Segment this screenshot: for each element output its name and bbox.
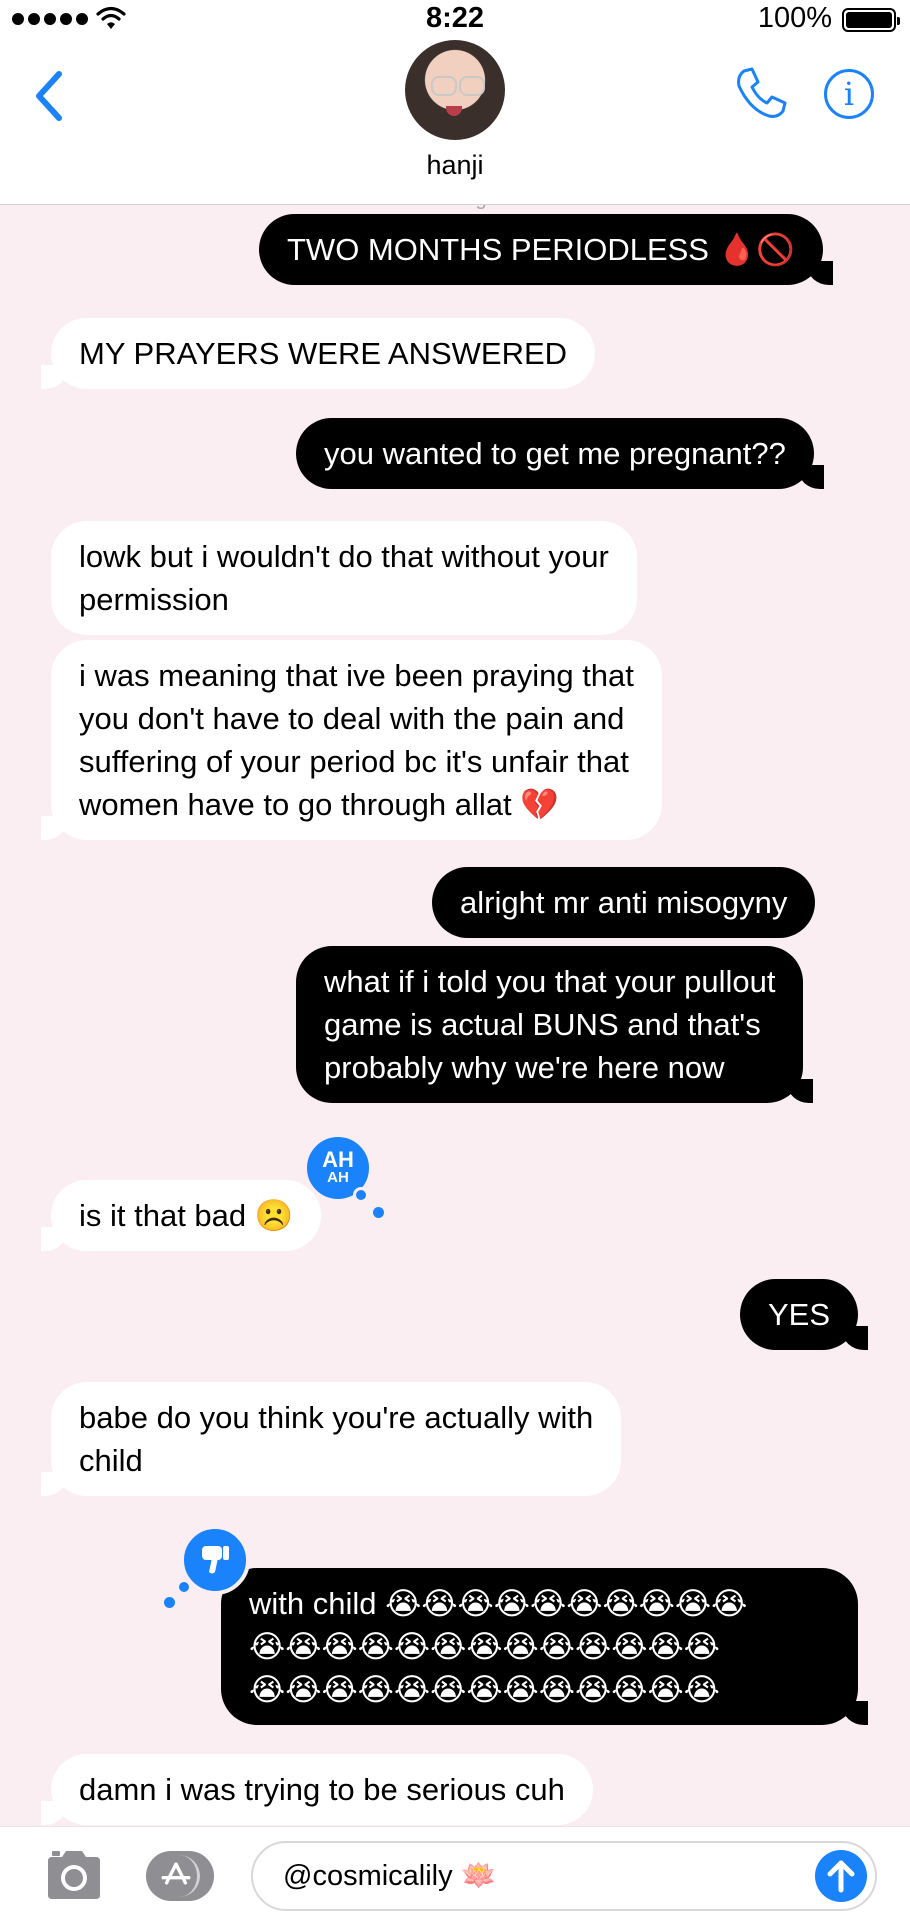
back-button[interactable] (28, 64, 68, 128)
battery-percent: 100% (757, 2, 832, 34)
message-input[interactable] (251, 1841, 877, 1911)
app-store-glyph-icon (161, 1862, 191, 1885)
message-bubble-incoming[interactable]: babe do you think you're actually with c… (40, 1382, 622, 1496)
message-bubble-outgoing[interactable]: TWO MONTHS PERIODLESS 🩸🚫 (259, 214, 833, 285)
compose-bar (0, 1826, 910, 1920)
message-bubble-outgoing[interactable]: alright mr anti misogyny (432, 867, 816, 938)
send-button[interactable] (815, 1850, 867, 1902)
contact-avatar[interactable] (405, 40, 505, 140)
message-bubble-incoming[interactable]: lowk but i wouldn't do that without your… (51, 521, 637, 635)
messages-screen: 8:22 100% hanji i iMessage TWO MONTHS PE… (0, 0, 910, 1920)
conversation-header: hanji i (0, 40, 910, 205)
thumbs-down-icon (202, 1546, 229, 1574)
message-bubble-outgoing[interactable]: YES (740, 1279, 869, 1350)
haha-tapback-icon[interactable]: AH AH (303, 1133, 384, 1218)
info-icon[interactable]: i (824, 69, 874, 119)
status-bar: 8:22 100% (0, 0, 910, 40)
battery-icon (842, 8, 900, 32)
contact-name[interactable]: hanji (0, 150, 910, 181)
phone-icon[interactable] (734, 66, 788, 120)
camera-icon[interactable] (44, 1849, 104, 1901)
thumbs-down-tapback-icon[interactable] (164, 1525, 250, 1608)
message-bubble-incoming[interactable]: damn i was trying to be serious cuh (41, 1754, 593, 1825)
message-bubble-outgoing[interactable]: with child 😭😭😭😭😭😭😭😭😭😭 😭😭😭😭😭😭😭😭😭😭😭😭😭 😭😭😭😭… (221, 1568, 868, 1725)
message-bubble-incoming[interactable]: i was meaning that ive been praying that… (41, 640, 662, 840)
haha-label-small: AH (327, 1169, 349, 1186)
message-bubble-outgoing[interactable]: you wanted to get me pregnant?? (296, 418, 824, 489)
arrow-up-icon (827, 1860, 855, 1893)
message-bubble-incoming[interactable]: MY PRAYERS WERE ANSWERED (40, 318, 596, 389)
message-bubble-outgoing[interactable]: what if i told you that your pullout gam… (296, 946, 814, 1103)
app-store-icon[interactable] (146, 1851, 214, 1901)
message-bubble-incoming[interactable]: is it that bad ☹️ (40, 1180, 322, 1251)
